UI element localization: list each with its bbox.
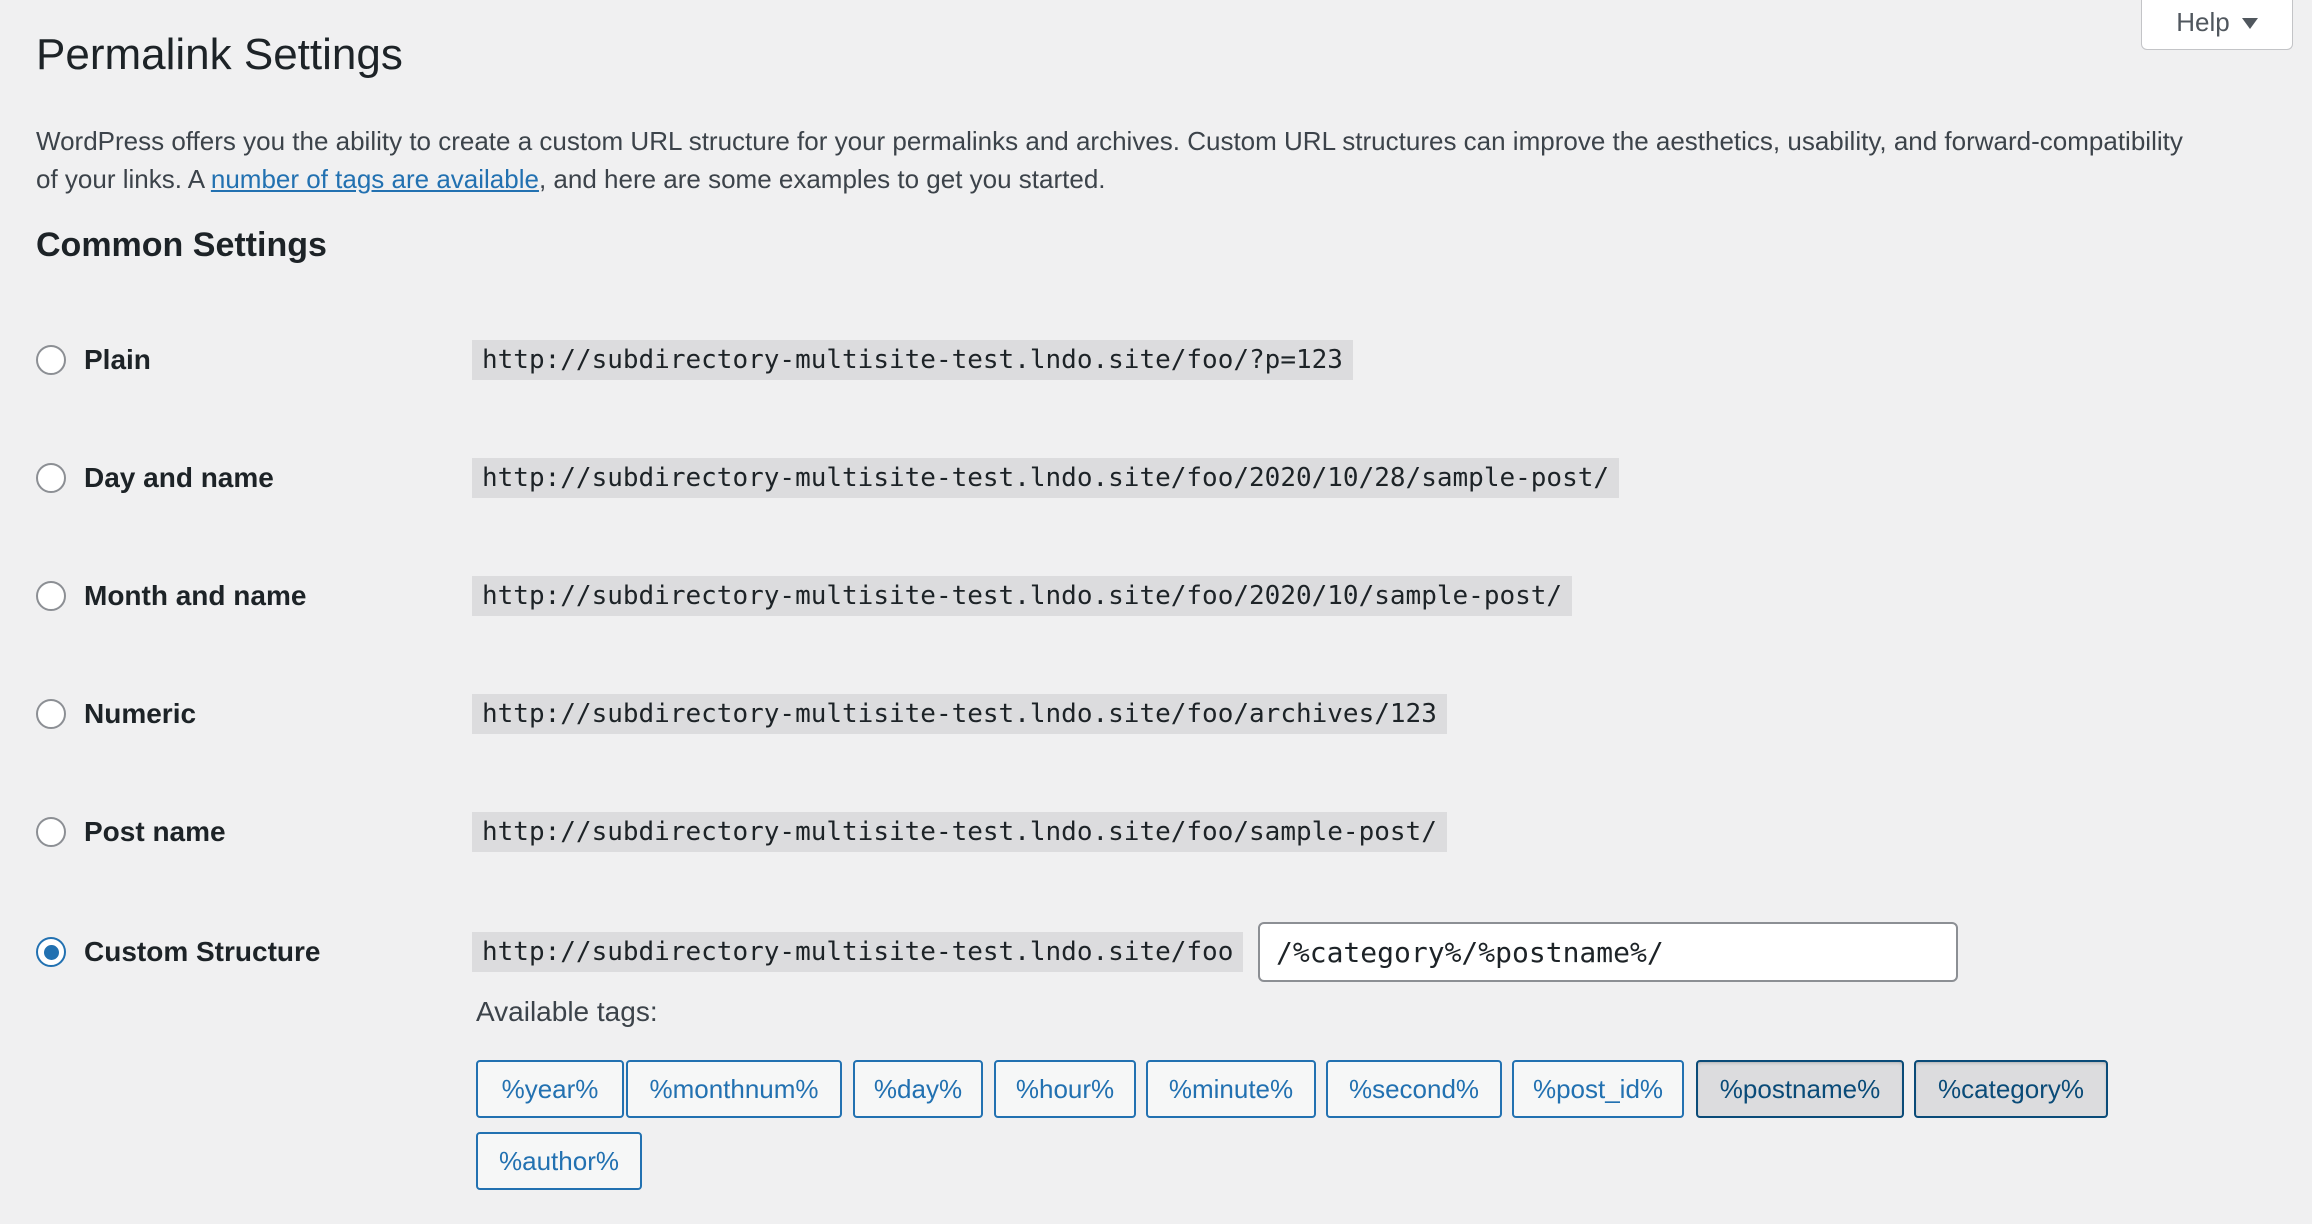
option-label-numeric[interactable]: Numeric (84, 698, 472, 730)
option-label-custom-structure[interactable]: Custom Structure (84, 936, 472, 968)
tag-button-category[interactable]: %category% (1914, 1060, 2108, 1118)
option-label-month-and-name[interactable]: Month and name (84, 580, 472, 612)
custom-structure-base-url: http://subdirectory-multisite-test.lndo.… (472, 932, 1244, 972)
tag-button-year[interactable]: %year% (476, 1060, 624, 1118)
intro-text: WordPress offers you the ability to crea… (36, 122, 2196, 198)
common-settings-heading: Common Settings (36, 226, 327, 264)
help-tab-button[interactable]: Help (2141, 0, 2293, 50)
option-label-day-and-name[interactable]: Day and name (84, 462, 472, 494)
radio-plain[interactable] (36, 345, 66, 375)
example-url-numeric: http://subdirectory-multisite-test.lndo.… (472, 694, 1447, 734)
caret-down-icon (2241, 18, 2258, 29)
tag-button-day[interactable]: %day% (853, 1060, 983, 1118)
tag-button-second[interactable]: %second% (1326, 1060, 1502, 1118)
example-url-plain: http://subdirectory-multisite-test.lndo.… (472, 340, 1353, 380)
permalink-option-numeric[interactable]: Numeric http://subdirectory-multisite-te… (36, 688, 2236, 740)
permalink-option-month-and-name[interactable]: Month and name http://subdirectory-multi… (36, 570, 2236, 622)
radio-day-and-name[interactable] (36, 463, 66, 493)
permalink-option-day-and-name[interactable]: Day and name http://subdirectory-multisi… (36, 452, 2236, 504)
radio-numeric[interactable] (36, 699, 66, 729)
example-url-post-name: http://subdirectory-multisite-test.lndo.… (472, 812, 1447, 852)
help-label: Help (2176, 7, 2230, 37)
tag-button-hour[interactable]: %hour% (994, 1060, 1136, 1118)
tag-button-post-id[interactable]: %post_id% (1512, 1060, 1684, 1118)
tag-button-author[interactable]: %author% (476, 1132, 642, 1190)
tag-button-minute[interactable]: %minute% (1146, 1060, 1316, 1118)
option-label-post-name[interactable]: Post name (84, 816, 472, 848)
permalink-option-plain[interactable]: Plain http://subdirectory-multisite-test… (36, 334, 2236, 386)
page-title: Permalink Settings (36, 30, 403, 79)
intro-text-after: , and here are some examples to get you … (538, 164, 1106, 194)
radio-custom-structure[interactable] (36, 937, 66, 967)
available-tags-link[interactable]: number of tags are available (211, 164, 539, 194)
example-url-day-and-name: http://subdirectory-multisite-test.lndo.… (472, 458, 1620, 498)
radio-post-name[interactable] (36, 817, 66, 847)
available-tags-label: Available tags: (476, 996, 658, 1027)
radio-month-and-name[interactable] (36, 581, 66, 611)
permalink-option-post-name[interactable]: Post name http://subdirectory-multisite-… (36, 806, 2236, 858)
custom-structure-input[interactable]: /%category%/%postname%/ (1258, 922, 1958, 982)
example-url-month-and-name: http://subdirectory-multisite-test.lndo.… (472, 576, 1573, 616)
permalink-settings-page: Help Permalink Settings WordPress offers… (0, 0, 2312, 1224)
option-label-plain[interactable]: Plain (84, 344, 472, 376)
tag-button-postname[interactable]: %postname% (1696, 1060, 1904, 1118)
tag-button-monthnum[interactable]: %monthnum% (626, 1060, 842, 1118)
